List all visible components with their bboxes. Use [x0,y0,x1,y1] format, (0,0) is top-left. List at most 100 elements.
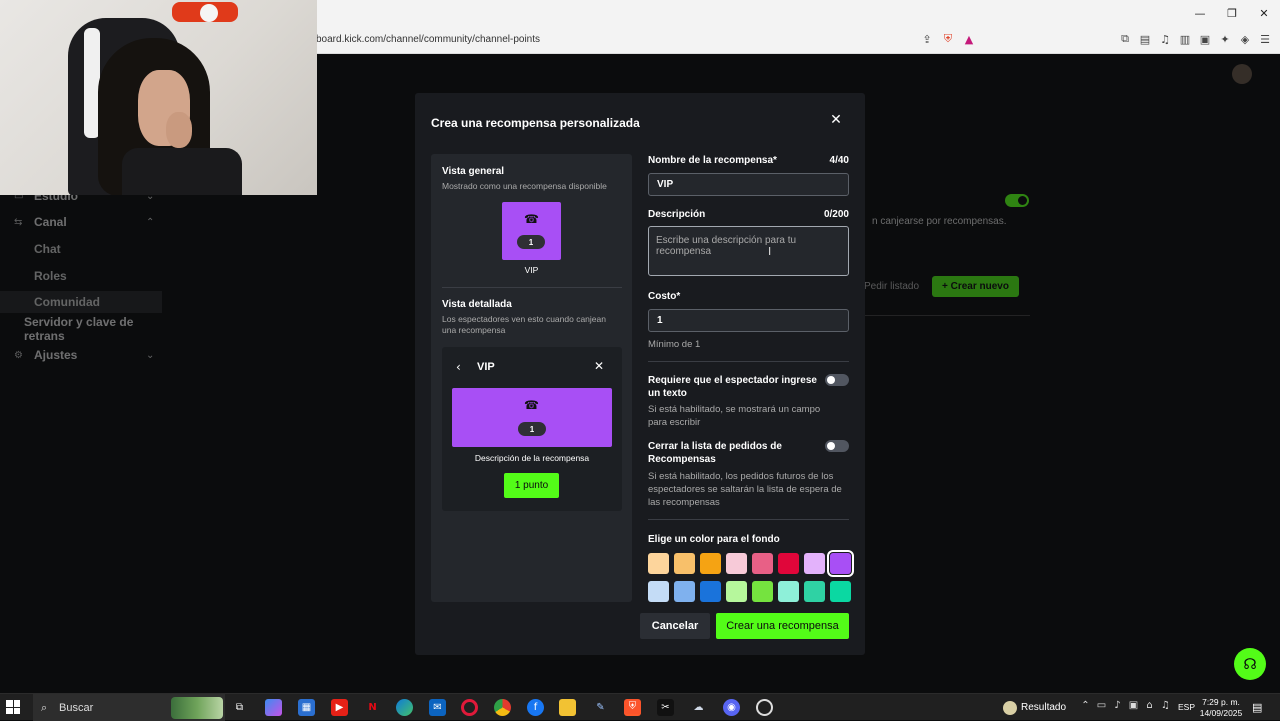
leo-ai-icon[interactable]: ✦ [1218,32,1232,46]
netflix-icon[interactable]: N [364,699,381,716]
gear-icon: ⚙ [14,349,23,361]
color-swatch[interactable] [648,553,669,574]
color-swatch[interactable] [752,581,773,602]
windows-start-button[interactable] [6,700,20,714]
weather-widget[interactable]: Resultado [1003,700,1066,715]
request-list-button[interactable]: Pedir listado [860,276,926,297]
chrome-icon[interactable] [494,699,511,716]
outlook-icon[interactable]: ✉ [429,699,446,716]
color-swatch[interactable] [778,581,799,602]
battery-icon[interactable]: ▭ [1096,700,1107,711]
taskbar-clock[interactable]: 7:29 p. m. 14/09/2025 [1198,697,1244,719]
close-window-button[interactable]: ✕ [1248,0,1280,26]
facebook-icon[interactable]: f [527,699,544,716]
channel-points-toggle[interactable] [1005,194,1029,207]
address-bar[interactable]: board.kick.com/channel/community/channel… [316,34,540,45]
discord-icon[interactable]: ◉ [723,699,740,716]
cost-hint: Mínimo de 1 [648,339,701,350]
color-swatch[interactable] [726,553,747,574]
phone-icon: ☎ [524,212,539,226]
sidebar-item-roles[interactable]: Roles [0,265,170,287]
media-icon[interactable]: ♫ [1158,32,1172,46]
person-body [122,148,242,195]
color-swatch[interactable] [778,553,799,574]
cost-label: Costo* [648,291,681,302]
obs-icon[interactable] [756,699,773,716]
detail-description: Descripción de la recompensa [474,453,590,463]
color-swatch[interactable] [674,553,695,574]
color-swatch[interactable] [830,581,851,602]
color-swatch[interactable] [804,553,825,574]
sidebar-item-community[interactable]: Comunidad [0,291,162,313]
input-language[interactable]: ESP [1178,702,1195,712]
reward-name-label: Nombre de la recompensa* [648,155,777,166]
require-text-toggle[interactable] [825,374,849,386]
wallet-icon[interactable]: ▣ [1198,32,1212,46]
store-icon[interactable]: ▦ [298,699,315,716]
help-chat-button[interactable]: ☊ [1234,648,1266,680]
reward-tile-preview-large: ☎ 1 [452,388,612,447]
sports-ball-icon [1003,700,1017,715]
volume-icon[interactable]: ♫ [1160,700,1171,711]
close-icon: ✕ [594,359,605,373]
description-label: Descripción [648,209,706,220]
create-reward-button[interactable]: Crear una recompensa [716,613,849,639]
vpn-icon[interactable]: ◈ [1238,32,1252,46]
youtube-icon[interactable]: ▶ [331,699,348,716]
microphone-icon[interactable]: ♪ [1112,700,1123,711]
color-swatch[interactable] [752,553,773,574]
task-view-icon[interactable]: ⧉ [231,699,248,716]
reward-name-counter: 4/40 [829,155,849,166]
edge-icon[interactable] [396,699,413,716]
brave-rewards-icon[interactable]: ▲ [962,32,976,46]
create-new-button[interactable]: + Crear nuevo [932,276,1019,297]
camera-icon[interactable]: ▣ [1128,700,1139,711]
brave-shield-icon[interactable]: ⛨ [941,32,955,46]
taskbar-search[interactable]: ⌕ Buscar [33,694,225,721]
minimize-button[interactable]: — [1184,0,1216,26]
copilot-icon[interactable] [265,699,282,716]
color-swatch[interactable] [827,550,854,577]
app-feather-icon[interactable]: ✎ [592,699,609,716]
color-swatch[interactable] [700,553,721,574]
restore-button[interactable]: ❐ [1216,0,1248,26]
capcut-icon[interactable]: ✂ [657,699,674,716]
chevron-up-icon: ⌃ [146,216,155,228]
share-icon[interactable]: ⇪ [920,32,934,46]
cancel-button[interactable]: Cancelar [640,613,710,639]
chevron-up-icon[interactable]: ⌃ [1080,700,1091,711]
close-icon[interactable]: ✕ [829,112,843,128]
sidebar-item-chat[interactable]: Chat [0,238,170,260]
color-swatch[interactable] [804,581,825,602]
cost-pill: 1 [517,235,545,249]
notification-icon[interactable]: ▤ [1252,701,1262,714]
extensions-icon[interactable]: ⧉ [1118,32,1132,46]
description-textarea[interactable]: Escribe una descripción para tu recompen… [648,226,849,276]
reward-tile-label: VIP [524,265,539,275]
color-swatch[interactable] [726,581,747,602]
menu-icon[interactable]: ☰ [1258,32,1272,46]
general-view-subtitle: Mostrado como una recompensa disponible [442,181,607,191]
brave-icon[interactable]: ⛨ [624,699,641,716]
cost-input[interactable]: 1 [648,309,849,332]
color-swatch[interactable] [674,581,695,602]
cloud-app-icon[interactable]: ☁ [690,699,707,716]
network-icon[interactable]: ⌂ [1144,700,1155,711]
reward-name-input[interactable]: VIP [648,173,849,196]
clock-time: 7:29 p. m. [1202,697,1240,707]
person-hand [166,112,192,148]
color-swatch[interactable] [700,581,721,602]
color-swatch[interactable] [648,581,669,602]
sidebar-item-settings[interactable]: ⚙ Ajustes ⌄ [0,344,170,366]
opera-icon[interactable] [461,699,478,716]
file-explorer-icon[interactable] [559,699,576,716]
detailed-reward-card: ‹ VIP ✕ ☎ 1 Descripción de la recompensa… [442,347,622,511]
back-icon: ‹ [456,360,461,374]
sidebar-item-stream-key[interactable]: Servidor y clave de retrans [0,315,170,343]
reader-icon[interactable]: ▤ [1138,32,1152,46]
sidebar-icon[interactable]: ▥ [1178,32,1192,46]
sidebar-item-channel[interactable]: ⇆ Canal ⌃ [0,211,170,233]
avatar[interactable] [1232,64,1252,84]
text-cursor-icon: I [768,245,772,258]
skip-queue-toggle[interactable] [825,440,849,452]
